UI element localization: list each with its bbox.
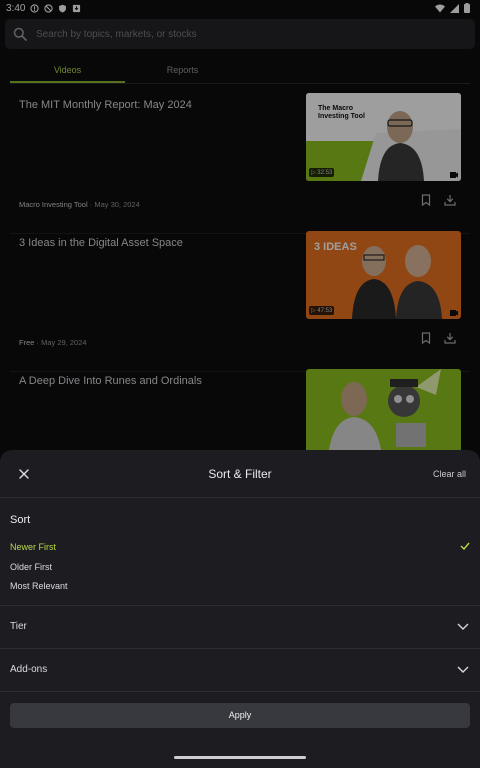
- video-date: May 30, 2024: [94, 200, 140, 209]
- signal-icon: [450, 3, 459, 13]
- wifi-icon: [435, 4, 445, 12]
- sort-option-older-first[interactable]: Older First: [10, 562, 52, 572]
- check-icon: [460, 542, 470, 550]
- tab-videos[interactable]: Videos: [10, 58, 125, 83]
- clear-all-button[interactable]: Clear all: [433, 469, 466, 479]
- video-title: The MIT Monthly Report: May 2024: [19, 99, 192, 111]
- addons-section[interactable]: Add-ons: [0, 648, 480, 691]
- video-thumbnail[interactable]: [306, 369, 461, 457]
- chevron-down-icon: [457, 666, 469, 673]
- blocked-icon: [44, 3, 54, 13]
- thumbnail-title: 3 IDEAS: [314, 241, 357, 253]
- sort-option-most-relevant[interactable]: Most Relevant: [10, 581, 68, 591]
- bookmark-icon[interactable]: [420, 332, 432, 344]
- video-meta: Macro Investing Tool · May 30, 2024: [19, 200, 140, 209]
- sort-heading: Sort: [10, 514, 31, 526]
- video-card[interactable]: The MIT Monthly Report: May 2024 The Mac…: [10, 93, 470, 234]
- video-thumbnail[interactable]: 3 IDEAS ▷ 47:53: [306, 231, 461, 319]
- sheet-title: Sort & Filter: [208, 467, 272, 481]
- video-type-icon: [450, 172, 458, 178]
- status-left: 3:40: [6, 3, 81, 14]
- search-bar[interactable]: [5, 19, 475, 49]
- download-notification-icon: [73, 4, 81, 12]
- video-date: May 29, 2024: [41, 338, 87, 347]
- download-icon[interactable]: [444, 194, 456, 206]
- sheet-divider: [0, 691, 480, 692]
- video-card[interactable]: 3 Ideas in the Digital Asset Space 3 IDE…: [10, 231, 470, 372]
- shield-icon: [59, 4, 67, 12]
- duration-badge: ▷ 32:53: [309, 168, 335, 177]
- sort-filter-sheet: Sort & Filter Clear all Sort Newer First…: [0, 450, 480, 768]
- search-icon: [13, 27, 27, 41]
- status-right: [435, 3, 470, 13]
- thumbnail-artwork: [306, 369, 461, 457]
- sort-option-newer-first[interactable]: Newer First: [10, 542, 56, 552]
- video-source: Macro Investing Tool: [19, 200, 88, 209]
- notification-icon: [30, 3, 40, 13]
- search-input[interactable]: [36, 28, 436, 40]
- status-time: 3:40: [6, 2, 26, 14]
- thumbnail-title: The Macro Investing Tool: [318, 105, 365, 120]
- bookmark-icon[interactable]: [420, 194, 432, 206]
- video-meta: Free · May 29, 2024: [19, 338, 87, 347]
- chevron-down-icon: [457, 623, 469, 630]
- apply-button[interactable]: Apply: [10, 703, 470, 728]
- video-thumbnail[interactable]: The Macro Investing Tool ▷ 32:53: [306, 93, 461, 181]
- sheet-header: Sort & Filter Clear all: [0, 450, 480, 498]
- tab-reports[interactable]: Reports: [125, 58, 240, 83]
- video-title: A Deep Dive Into Runes and Ordinals: [19, 375, 202, 387]
- card-actions: [420, 194, 456, 206]
- gesture-bar[interactable]: [174, 756, 306, 759]
- addons-label: Add-ons: [10, 664, 48, 675]
- video-title: 3 Ideas in the Digital Asset Space: [19, 237, 183, 249]
- status-bar: 3:40: [0, 0, 480, 16]
- video-source: Free: [19, 338, 35, 347]
- tier-label: Tier: [10, 621, 27, 632]
- duration-badge: ▷ 47:53: [309, 306, 335, 315]
- content-tabs: Videos Reports: [10, 58, 470, 84]
- video-type-icon: [450, 310, 458, 316]
- card-actions: [420, 332, 456, 344]
- tier-section[interactable]: Tier: [0, 605, 480, 648]
- download-icon[interactable]: [444, 332, 456, 344]
- battery-icon: [464, 3, 470, 13]
